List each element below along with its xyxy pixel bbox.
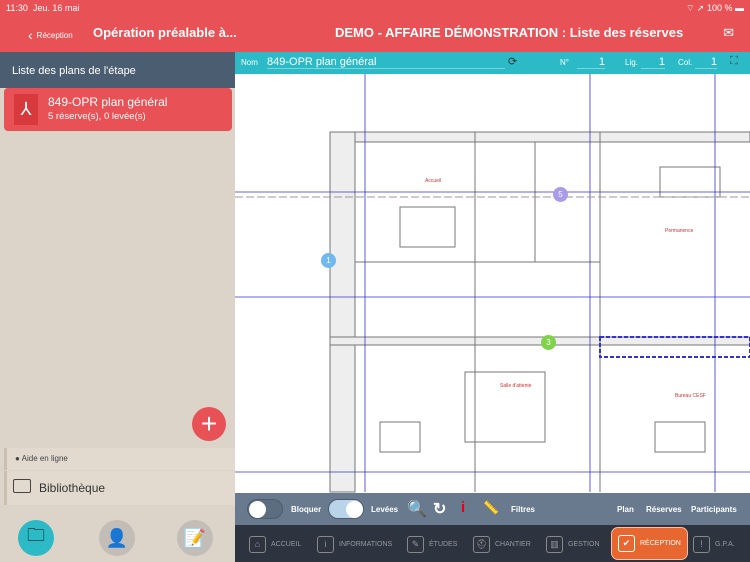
library-item[interactable]: Bibliothèque [4,471,235,505]
reserve-marker[interactable]: 1 [321,253,336,268]
mail-icon[interactable]: ✉ [723,25,734,41]
pdf-icon: ⅄ [14,94,38,125]
svg-text:Permanence: Permanence [665,228,694,234]
plan-info-bar: Nom 849-OPR plan général ⟳ N° 1 Lig. 1 C… [235,52,750,74]
zoom-reset-icon[interactable]: 🔍 [407,499,427,519]
exclamation-icon: ! [693,535,710,553]
nom-label: Nom [241,58,258,67]
nav-subtitle: Opération préalable à... [93,25,237,40]
nav-bar: ‹ Réception Opération préalable à... DEMO… [0,16,750,52]
nav-gpa[interactable]: ! G.P.A. [693,530,735,558]
svg-text:Salle d'attente: Salle d'attente [500,383,532,389]
levees-toggle[interactable] [328,499,364,519]
helmet-icon: ⛑ [473,535,490,553]
nav-informations[interactable]: i INFORMATIONS [317,530,392,558]
nav-label: RÉCEPTION [640,540,681,547]
nav-label: CHANTIER [495,540,531,548]
nav-label: G.P.A. [715,540,735,548]
lig-label: Lig. [625,58,638,67]
lig-field[interactable]: 1 [641,56,665,69]
nav-gestion[interactable]: ▥ GESTION [546,530,600,558]
chevron-left-icon: ‹ [28,27,33,43]
reserve-marker[interactable]: 5 [553,187,568,202]
help-link[interactable]: ● Aide en ligne [4,448,235,470]
battery: ⌔ ➚ 100 % ▬ [685,2,744,13]
chart-icon: ▥ [546,535,563,553]
filters-button[interactable]: Filtres [511,505,535,514]
pencil-icon: ✎ [407,535,424,553]
home-icon: ⌂ [249,535,266,553]
refresh-icon[interactable]: ⟳ [508,55,517,68]
nav-label: ACCUEIL [271,540,302,548]
plan-list-item[interactable]: ⅄ 849-OPR plan général 5 réserve(s), 0 l… [4,88,232,131]
levees-label: Levées [371,505,399,514]
no-label: N° [560,58,569,67]
bloquer-label: Bloquer [291,505,322,514]
bottom-nav: ⌂ ACCUEIL i INFORMATIONS ✎ ÉTUDES ⛑ CHANTIER… [235,525,750,562]
info-icon: i [317,535,334,553]
help-label: Aide en ligne [21,454,68,463]
battery-level: 100 % [706,2,733,13]
folder-icon [13,479,31,493]
tab-folder[interactable]: 🗀 [18,520,54,556]
rotate-icon[interactable]: ↻ [433,499,446,519]
back-button[interactable]: ‹ Réception [28,27,73,43]
plan-count: 5 réserve(s), 0 levée(s) [48,111,146,122]
nav-reception[interactable]: ✔ RÉCEPTION [611,527,688,560]
reserves-button[interactable]: Réserves [646,505,682,514]
fullscreen-icon[interactable]: ⛶ [730,55,738,68]
plan-viewer[interactable]: Nom 849-OPR plan général ⟳ N° 1 Lig. 1 C… [235,52,750,493]
bloquer-toggle[interactable] [247,499,283,519]
nav-chantier[interactable]: ⛑ CHANTIER [473,530,531,558]
nav-accueil[interactable]: ⌂ ACCUEIL [249,530,301,558]
floor-plan: Accueil Permanence Salle d'attente Bureau C… [235,72,750,493]
nom-field[interactable]: 849-OPR plan général [267,56,505,69]
svg-text:Accueil: Accueil [425,178,441,184]
svg-text:Bureau CESF: Bureau CESF [675,393,706,399]
date: Jeu. 16 mai [32,3,80,13]
nav-label: GESTION [568,540,600,548]
reserve-marker[interactable]: 3 [541,335,556,350]
nav-label: ÉTUDES [429,540,458,548]
participants-button[interactable]: Participants [691,505,737,514]
plan-name: 849-OPR plan général [48,95,168,109]
nav-label: INFORMATIONS [339,540,393,548]
col-field[interactable]: 1 [695,56,717,69]
col-label: Col. [678,58,693,67]
back-label: Réception [36,30,73,40]
plan-toolbar: Bloquer Levées 🔍 ↻ i 📏 Filtres Plan Rése… [235,493,750,525]
ruler-icon[interactable]: 📏 [483,500,499,516]
sidebar: Liste des plans de l'étape ⅄ 849-OPR pla… [0,52,235,562]
time: 11:30 [6,3,28,13]
page-title: DEMO - AFFAIRE DÉMONSTRATION : Liste des… [335,25,684,40]
info-icon[interactable]: i [461,499,465,516]
plan-button[interactable]: Plan [617,505,634,514]
check-icon: ✔ [618,535,635,552]
add-button[interactable]: + [192,407,226,441]
no-field[interactable]: 1 [577,56,605,69]
tab-user[interactable]: 👤 [99,520,135,556]
sidebar-header: Liste des plans de l'étape [0,52,235,88]
nav-etudes[interactable]: ✎ ÉTUDES [407,530,457,558]
tab-notepad[interactable]: 📝 [177,520,213,556]
library-label: Bibliothèque [39,481,106,495]
status-bar: 11:30 Jeu. 16 mai ⌔ ➚ 100 % ▬ [0,0,750,16]
